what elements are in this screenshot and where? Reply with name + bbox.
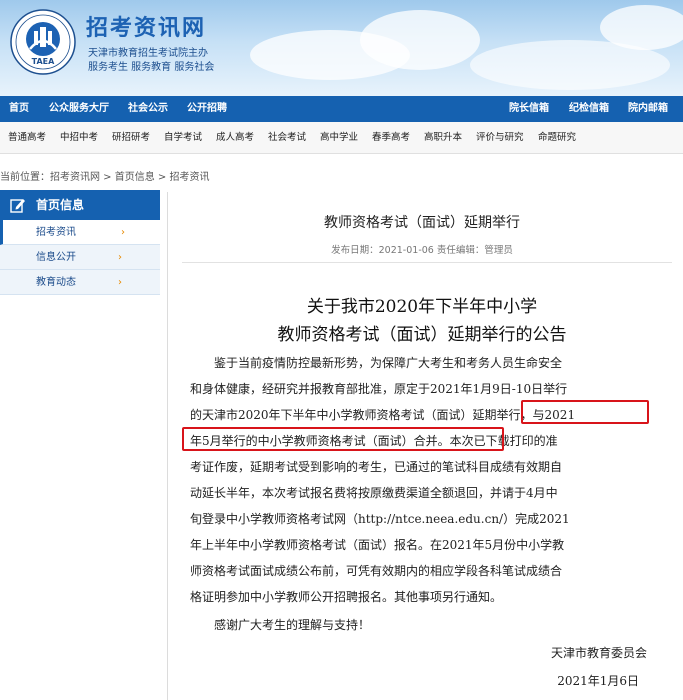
subnav-item[interactable]: 社会考试 bbox=[268, 122, 306, 154]
nav-president-mailbox[interactable]: 院长信箱 bbox=[509, 96, 549, 122]
notice-body-line: 年上半年中小学教师资格考试（面试）报名。在2021年5月份中小学教 bbox=[190, 538, 565, 552]
header-subtitle-sponsor: 天津市教育招生考试院主办 bbox=[88, 48, 208, 59]
main-nav: 首页 公众服务大厅 社会公示 公开招聘 院长信箱 纪检信箱 院内邮箱 bbox=[0, 96, 683, 122]
notice-body-line: 动延长半年，本次考试报名费将按原缴费渠道全额退回，并请于4月中 bbox=[190, 486, 558, 500]
notice-body-line: 师资格考试面试成绩公布前，可凭有效期内的相应学段各科笔试成绩合 bbox=[190, 564, 563, 578]
subnav-item[interactable]: 春季高考 bbox=[372, 122, 410, 154]
notice-body-line: 的天津市2020年下半年中小学教师资格考试（面试）延期举行，与2021 bbox=[190, 408, 576, 422]
taea-logo-icon[interactable]: TAEA bbox=[10, 9, 76, 75]
breadcrumb[interactable]: 当前位置：招考资讯网 > 首页信息 > 招考资讯 bbox=[0, 170, 209, 186]
subnav-item[interactable]: 中招中考 bbox=[60, 122, 98, 154]
sidebar-item-label: 招考资讯 bbox=[36, 227, 76, 238]
article-meta: 发布日期：2021-01-06 责任编辑：管理员 bbox=[331, 245, 513, 256]
notice-body-line: 格证明参加中小学教师公开招聘报名。其他事项另行通知。 bbox=[190, 590, 503, 604]
article-panel: 教师资格考试（面试）延期举行 发布日期：2021-01-06 责任编辑：管理员 … bbox=[167, 192, 683, 700]
chevron-right-icon: › bbox=[118, 252, 122, 263]
notice-signature: 天津市教育委员会 bbox=[550, 646, 647, 660]
nav-discipline-mailbox[interactable]: 纪检信箱 bbox=[569, 96, 609, 122]
notice-body-line: 考证作废，延期考试受到影响的考生，已通过的笔试科目成绩有效期自 bbox=[190, 460, 563, 474]
subnav-item[interactable]: 评价与研究 bbox=[476, 122, 524, 154]
notice-body-line: 和身体健康，经研究并报教育部批准，原定于2021年1月9日-10日举行 bbox=[190, 382, 568, 396]
sidebar: 首页信息 招考资讯 › 信息公开 › 教育动态 › bbox=[0, 190, 160, 295]
subnav-item[interactable]: 研招研考 bbox=[112, 122, 150, 154]
divider bbox=[182, 262, 672, 263]
article-title: 教师资格考试（面试）延期举行 bbox=[324, 215, 520, 231]
subnav-item[interactable]: 普通高考 bbox=[8, 122, 46, 154]
sidebar-item-education-news[interactable]: 教育动态 › bbox=[0, 270, 160, 295]
sub-nav: 普通高考 中招中考 研招研考 自学考试 成人高考 社会考试 高中学业 春季高考 … bbox=[0, 122, 683, 154]
sidebar-item-exam-news[interactable]: 招考资讯 › bbox=[0, 220, 160, 245]
notice-date: 2021年1月6日 bbox=[557, 674, 639, 688]
subnav-item[interactable]: 命题研究 bbox=[538, 122, 576, 154]
sidebar-heading: 首页信息 bbox=[0, 190, 160, 220]
nav-recruitment[interactable]: 公开招聘 bbox=[187, 96, 227, 122]
notice-body-line: 旬登录中小学教师资格考试网（http://ntce.neea.edu.cn/）完… bbox=[190, 512, 570, 526]
sidebar-heading-label: 首页信息 bbox=[36, 198, 85, 212]
sidebar-item-info-disclosure[interactable]: 信息公开 › bbox=[0, 245, 160, 270]
sidebar-item-label: 信息公开 bbox=[36, 252, 76, 263]
site-header: TAEA 招考资讯网 天津市教育招生考试院主办 服务考生 服务教育 服务社会 bbox=[0, 0, 683, 96]
nav-home[interactable]: 首页 bbox=[9, 96, 29, 122]
highlight-box bbox=[182, 427, 504, 451]
subnav-item[interactable]: 高职升本 bbox=[424, 122, 462, 154]
chevron-right-icon: › bbox=[121, 227, 125, 238]
logo-text: TAEA bbox=[32, 57, 55, 66]
cloud-decoration bbox=[600, 5, 683, 50]
edit-icon bbox=[10, 199, 25, 213]
notice-body-line: 感谢广大考生的理解与支持！ bbox=[190, 618, 371, 632]
notice-title-line-2: 教师资格考试（面试）延期举行的公告 bbox=[277, 325, 567, 345]
nav-internal-mailbox[interactable]: 院内邮箱 bbox=[628, 96, 668, 122]
notice-title-line-1: 关于我市2020年下半年中小学 bbox=[306, 297, 538, 317]
subnav-item[interactable]: 自学考试 bbox=[164, 122, 202, 154]
site-title[interactable]: 招考资讯网 bbox=[86, 10, 206, 42]
subnav-item[interactable]: 成人高考 bbox=[216, 122, 254, 154]
notice-body-line: 鉴于当前疫情防控最新形势，为保障广大考生和考务人员生命安全 bbox=[190, 356, 563, 370]
nav-public-service-hall[interactable]: 公众服务大厅 bbox=[49, 96, 109, 122]
sidebar-item-label: 教育动态 bbox=[36, 277, 76, 288]
subnav-item[interactable]: 高中学业 bbox=[320, 122, 358, 154]
highlight-box bbox=[521, 400, 649, 424]
cloud-decoration bbox=[360, 10, 480, 70]
chevron-right-icon: › bbox=[118, 277, 122, 288]
header-subtitle-slogan: 服务考生 服务教育 服务社会 bbox=[88, 62, 215, 73]
nav-public-notice[interactable]: 社会公示 bbox=[128, 96, 168, 122]
